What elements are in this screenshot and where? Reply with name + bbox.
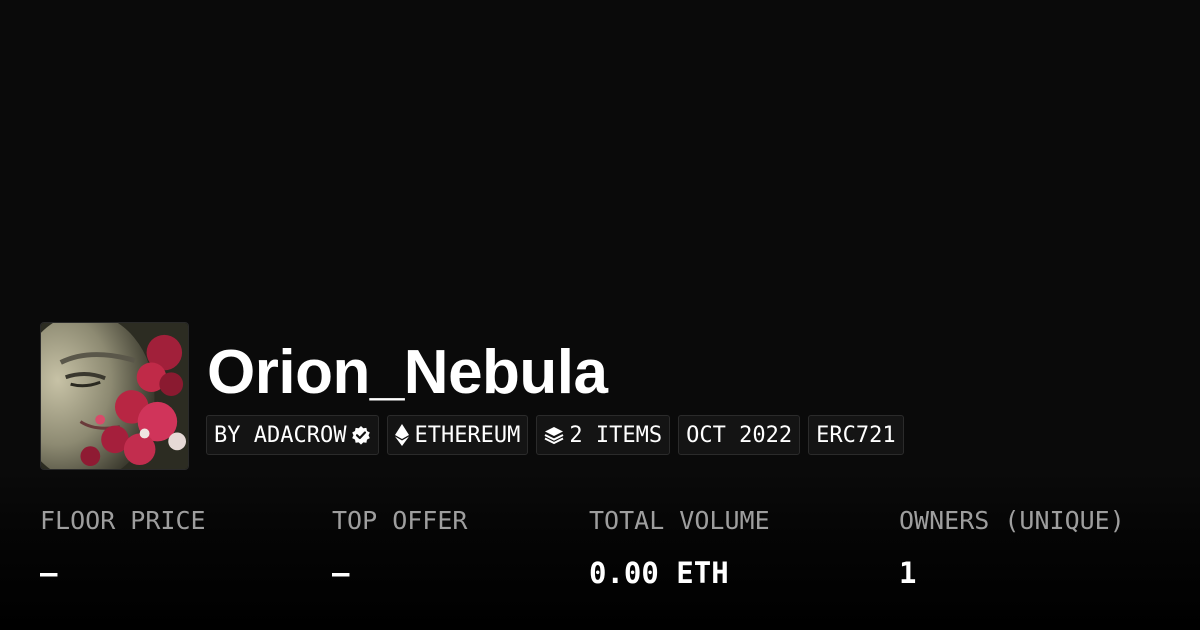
avatar-artwork [41, 323, 188, 469]
stat-owners: OWNERS (UNIQUE) 1 [899, 503, 1125, 593]
stat-value: 1 [899, 556, 917, 590]
stat-total-volume: TOTAL VOLUME 0.00 ETH [589, 503, 770, 593]
ethereum-icon [395, 424, 410, 446]
items-badge[interactable]: 2 ITEMS [536, 415, 671, 455]
items-count: 2 ITEMS [569, 422, 663, 448]
created-date: OCT 2022 [686, 422, 793, 448]
collection-title: Orion_Nebula [207, 338, 608, 407]
token-standard-badge: ERC721 [808, 415, 904, 455]
creator-name: BY ADACROW [214, 422, 347, 448]
verified-check-icon [351, 425, 371, 445]
stat-label: TOTAL VOLUME [589, 506, 770, 535]
chain-badge[interactable]: ETHEREUM [387, 415, 529, 455]
chain-name: ETHEREUM [414, 422, 521, 448]
stat-floor-price: FLOOR PRICE – [40, 503, 206, 593]
stat-value: 0.00 ETH [589, 556, 729, 590]
token-standard: ERC721 [816, 422, 896, 448]
stat-label: TOP OFFER [332, 506, 468, 535]
stat-value: – [332, 556, 350, 590]
collection-badges: BY ADACROW ETHEREUM 2 ITEMS OCT 2022 ERC… [206, 415, 904, 455]
stat-top-offer: TOP OFFER – [332, 503, 467, 593]
stat-value: – [40, 556, 58, 590]
stat-label: OWNERS (UNIQUE) [899, 506, 1125, 535]
collection-avatar [40, 322, 189, 470]
layers-icon [544, 425, 564, 445]
stat-label: FLOOR PRICE [40, 506, 206, 535]
creator-badge[interactable]: BY ADACROW [206, 415, 380, 455]
created-date-badge: OCT 2022 [678, 415, 801, 455]
